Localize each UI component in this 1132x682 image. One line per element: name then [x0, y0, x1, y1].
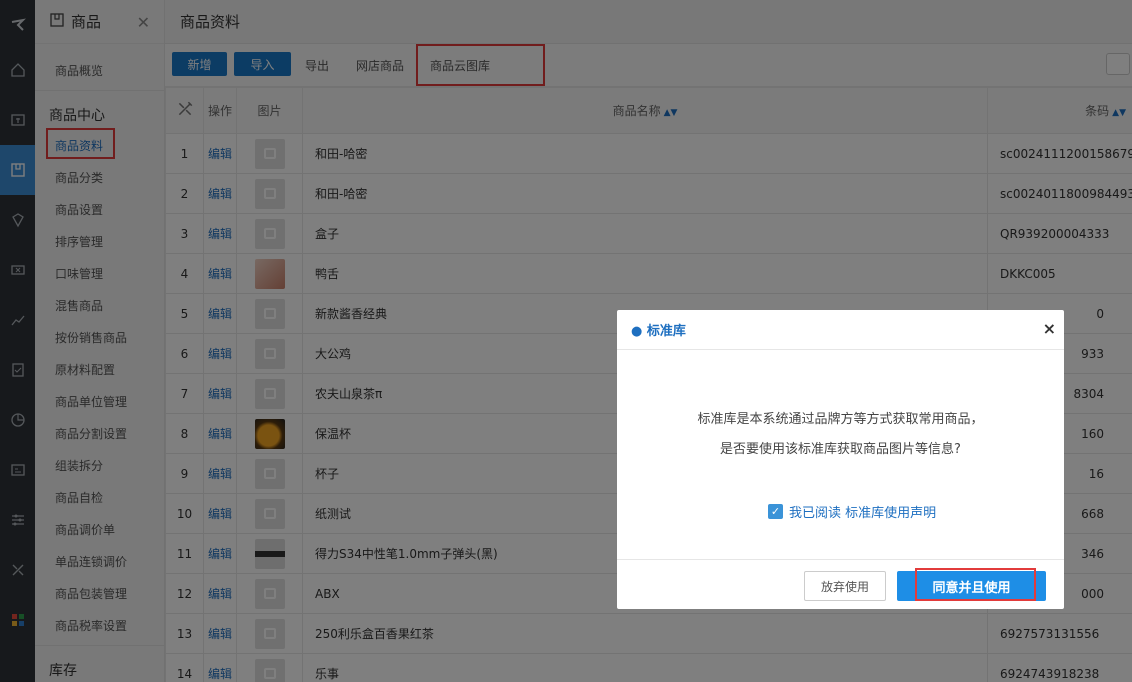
- checkbox-checked-icon[interactable]: ✓: [768, 504, 783, 519]
- dialog-message-line1: 标准库是本系统通过品牌方等方式获取常用商品，: [697, 412, 984, 427]
- agreement-checkbox-row[interactable]: ✓ 我已阅读 标准库使用声明: [768, 502, 936, 521]
- dialog-footer: 放弃使用 同意并且使用: [617, 559, 1064, 609]
- cancel-button[interactable]: 放弃使用: [804, 571, 886, 601]
- dialog-body: 标准库是本系统通过品牌方等方式获取常用商品， 是否要使用该标准库获取商品图片等信…: [617, 350, 1064, 559]
- standard-library-dialog: ● 标准库 × 标准库是本系统通过品牌方等方式获取常用商品， 是否要使用该标准库…: [617, 310, 1064, 609]
- dialog-title: ● 标准库: [631, 324, 686, 339]
- close-icon[interactable]: ×: [1043, 319, 1056, 338]
- highlight-box: [915, 568, 1036, 601]
- dialog-header: ● 标准库 ×: [617, 310, 1064, 350]
- agreement-label[interactable]: 我已阅读 标准库使用声明: [789, 502, 936, 521]
- dialog-message-line2: 是否要使用该标准库获取商品图片等信息?: [720, 442, 961, 457]
